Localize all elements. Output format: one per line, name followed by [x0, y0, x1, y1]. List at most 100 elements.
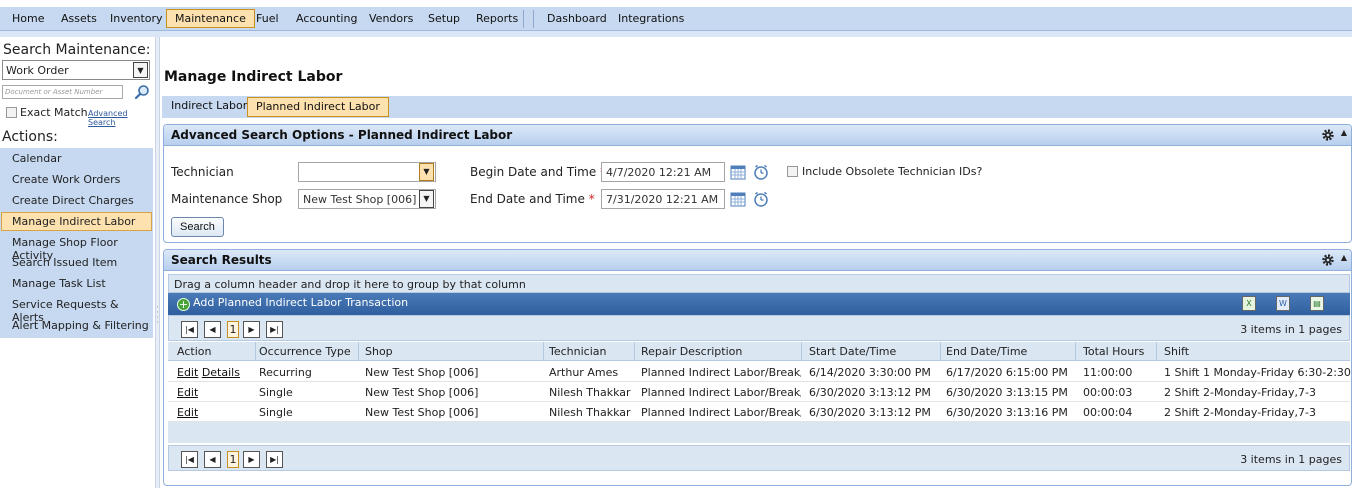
- menu-reports[interactable]: Reports: [476, 12, 518, 25]
- next-page-icon[interactable]: ▶: [243, 321, 260, 338]
- end-date-input[interactable]: 7/31/2020 12:21 AM: [601, 189, 725, 209]
- col-total-hours[interactable]: Total Hours: [1083, 345, 1144, 358]
- search-button[interactable]: Search: [171, 217, 224, 237]
- tab-planned-indirect-labor[interactable]: Planned Indirect Labor: [247, 97, 389, 117]
- maintenance-shop-select[interactable]: New Test Shop [006]: [298, 189, 436, 209]
- menu-maintenance[interactable]: Maintenance: [166, 9, 255, 28]
- exact-match-checkbox[interactable]: [6, 107, 17, 118]
- search-type-value: Work Order: [6, 64, 69, 77]
- menu-fuel[interactable]: Fuel: [256, 12, 279, 25]
- description-cell: Planned Indirect Labor/Break/-Break: [641, 386, 801, 399]
- calendar-icon[interactable]: [730, 164, 746, 180]
- menu-accounting[interactable]: Accounting: [296, 12, 357, 25]
- table-row: Edit Single New Test Shop [006] Nilesh T…: [168, 382, 1350, 402]
- search-results-header: Search Results ▲: [164, 250, 1351, 271]
- action-calendar[interactable]: Calendar: [12, 152, 61, 165]
- begin-date-input[interactable]: 4/7/2020 12:21 AM: [601, 162, 725, 182]
- start-cell: 6/14/2020 3:30:00 PM: [809, 366, 931, 379]
- first-page-icon[interactable]: |◀: [181, 321, 198, 338]
- pager-info: 3 items in 1 pages: [1240, 453, 1342, 466]
- action-cell: Edit: [177, 406, 198, 419]
- search-icon[interactable]: [134, 84, 150, 100]
- occurrence-cell: Single: [259, 406, 293, 419]
- hours-cell: 00:00:03: [1083, 386, 1133, 399]
- document-asset-input[interactable]: Document or Asset Number: [2, 85, 123, 99]
- menu-integrations[interactable]: Integrations: [618, 12, 684, 25]
- col-occurrence-type[interactable]: Occurrence Type: [259, 345, 351, 358]
- current-page[interactable]: 1: [227, 451, 239, 468]
- collapse-icon[interactable]: ▲: [1341, 253, 1347, 262]
- advanced-search-link[interactable]: Advanced Search: [88, 109, 156, 127]
- first-page-icon[interactable]: |◀: [181, 451, 198, 468]
- column-divider: [801, 342, 802, 361]
- menu-assets[interactable]: Assets: [61, 12, 97, 25]
- gear-icon[interactable]: [1321, 253, 1335, 267]
- collapse-icon[interactable]: ▲: [1341, 128, 1347, 137]
- calendar-icon[interactable]: [730, 191, 746, 207]
- export-word-icon[interactable]: W: [1276, 296, 1290, 311]
- maintenance-shop-value: New Test Shop [006]: [303, 193, 417, 206]
- column-divider: [358, 342, 359, 361]
- clock-icon[interactable]: [753, 164, 769, 180]
- current-page[interactable]: 1: [227, 321, 239, 338]
- grid-empty-area: [168, 422, 1350, 443]
- action-manage-indirect-labor[interactable]: Manage Indirect Labor: [1, 212, 152, 231]
- menu-dashboard[interactable]: Dashboard: [547, 12, 607, 25]
- tab-indirect-labor[interactable]: Indirect Labor: [171, 99, 247, 112]
- search-type-select[interactable]: Work Order ▼: [2, 60, 150, 80]
- add-transaction-label: Add Planned Indirect Labor Transaction: [193, 296, 409, 309]
- edit-link[interactable]: Edit: [177, 406, 198, 419]
- table-row: Edit Details Recurring New Test Shop [00…: [168, 362, 1351, 382]
- col-start-date[interactable]: Start Date/Time: [809, 345, 896, 358]
- technician-cell: Nilesh Thakkar: [549, 406, 631, 419]
- edit-link[interactable]: Edit: [177, 366, 198, 379]
- clock-icon[interactable]: [753, 191, 769, 207]
- begin-date-label-text: Begin Date and Time: [470, 165, 597, 179]
- action-manage-task-list[interactable]: Manage Task List: [12, 277, 106, 290]
- menu-home[interactable]: Home: [12, 12, 44, 25]
- hours-cell: 00:00:04: [1083, 406, 1133, 419]
- col-repair-description[interactable]: Repair Description: [641, 345, 742, 358]
- prev-page-icon[interactable]: ◀: [204, 451, 221, 468]
- next-page-icon[interactable]: ▶: [243, 451, 260, 468]
- prev-page-icon[interactable]: ◀: [204, 321, 221, 338]
- edit-link[interactable]: Edit: [177, 386, 198, 399]
- chevron-down-icon[interactable]: ▼: [419, 163, 434, 181]
- menu-separator: [533, 10, 534, 28]
- col-end-date[interactable]: End Date/Time: [946, 345, 1027, 358]
- action-search-issued-item[interactable]: Search Issued Item: [12, 256, 117, 269]
- last-page-icon[interactable]: ▶|: [266, 321, 283, 338]
- end-date-label-text: End Date and Time: [470, 192, 585, 206]
- menu-vendors[interactable]: Vendors: [369, 12, 413, 25]
- column-divider: [1156, 342, 1157, 361]
- col-shop[interactable]: Shop: [365, 345, 393, 358]
- obsolete-checkbox[interactable]: [787, 166, 798, 177]
- action-create-direct-charges[interactable]: Create Direct Charges: [12, 194, 134, 207]
- export-csv-icon[interactable]: ▤: [1310, 296, 1324, 311]
- export-excel-icon[interactable]: X: [1242, 296, 1256, 311]
- col-action[interactable]: Action: [177, 345, 211, 358]
- search-results-panel: Search Results ▲ Drag a column header an…: [163, 249, 1352, 486]
- shop-cell: New Test Shop [006]: [365, 366, 479, 379]
- action-create-work-orders[interactable]: Create Work Orders: [12, 173, 120, 186]
- menu-inventory[interactable]: Inventory: [110, 12, 163, 25]
- details-link[interactable]: Details: [202, 366, 240, 379]
- action-cell: Edit Details: [177, 366, 240, 379]
- gear-icon[interactable]: [1321, 128, 1335, 142]
- technician-select[interactable]: [298, 162, 436, 182]
- group-by-bar[interactable]: Drag a column header and drop it here to…: [168, 274, 1350, 293]
- col-shift[interactable]: Shift: [1164, 345, 1189, 358]
- menu-separator: [523, 10, 524, 28]
- chevron-down-icon[interactable]: ▼: [133, 62, 148, 78]
- add-transaction-button[interactable]: + Add Planned Indirect Labor Transaction: [177, 296, 408, 311]
- splitter-grip-icon[interactable]: · · · ·: [156, 304, 159, 328]
- action-alert-mapping-filtering[interactable]: Alert Mapping & Filtering: [12, 319, 149, 332]
- grid-command-bar: + Add Planned Indirect Labor Transaction …: [168, 293, 1350, 315]
- technician-cell: Nilesh Thakkar: [549, 386, 631, 399]
- pager-info: 3 items in 1 pages: [1240, 323, 1342, 336]
- chevron-down-icon[interactable]: ▼: [419, 190, 434, 208]
- tabs-bar: Indirect Labor Planned Indirect Labor: [162, 96, 1352, 118]
- col-technician[interactable]: Technician: [549, 345, 606, 358]
- menu-setup[interactable]: Setup: [428, 12, 460, 25]
- last-page-icon[interactable]: ▶|: [266, 451, 283, 468]
